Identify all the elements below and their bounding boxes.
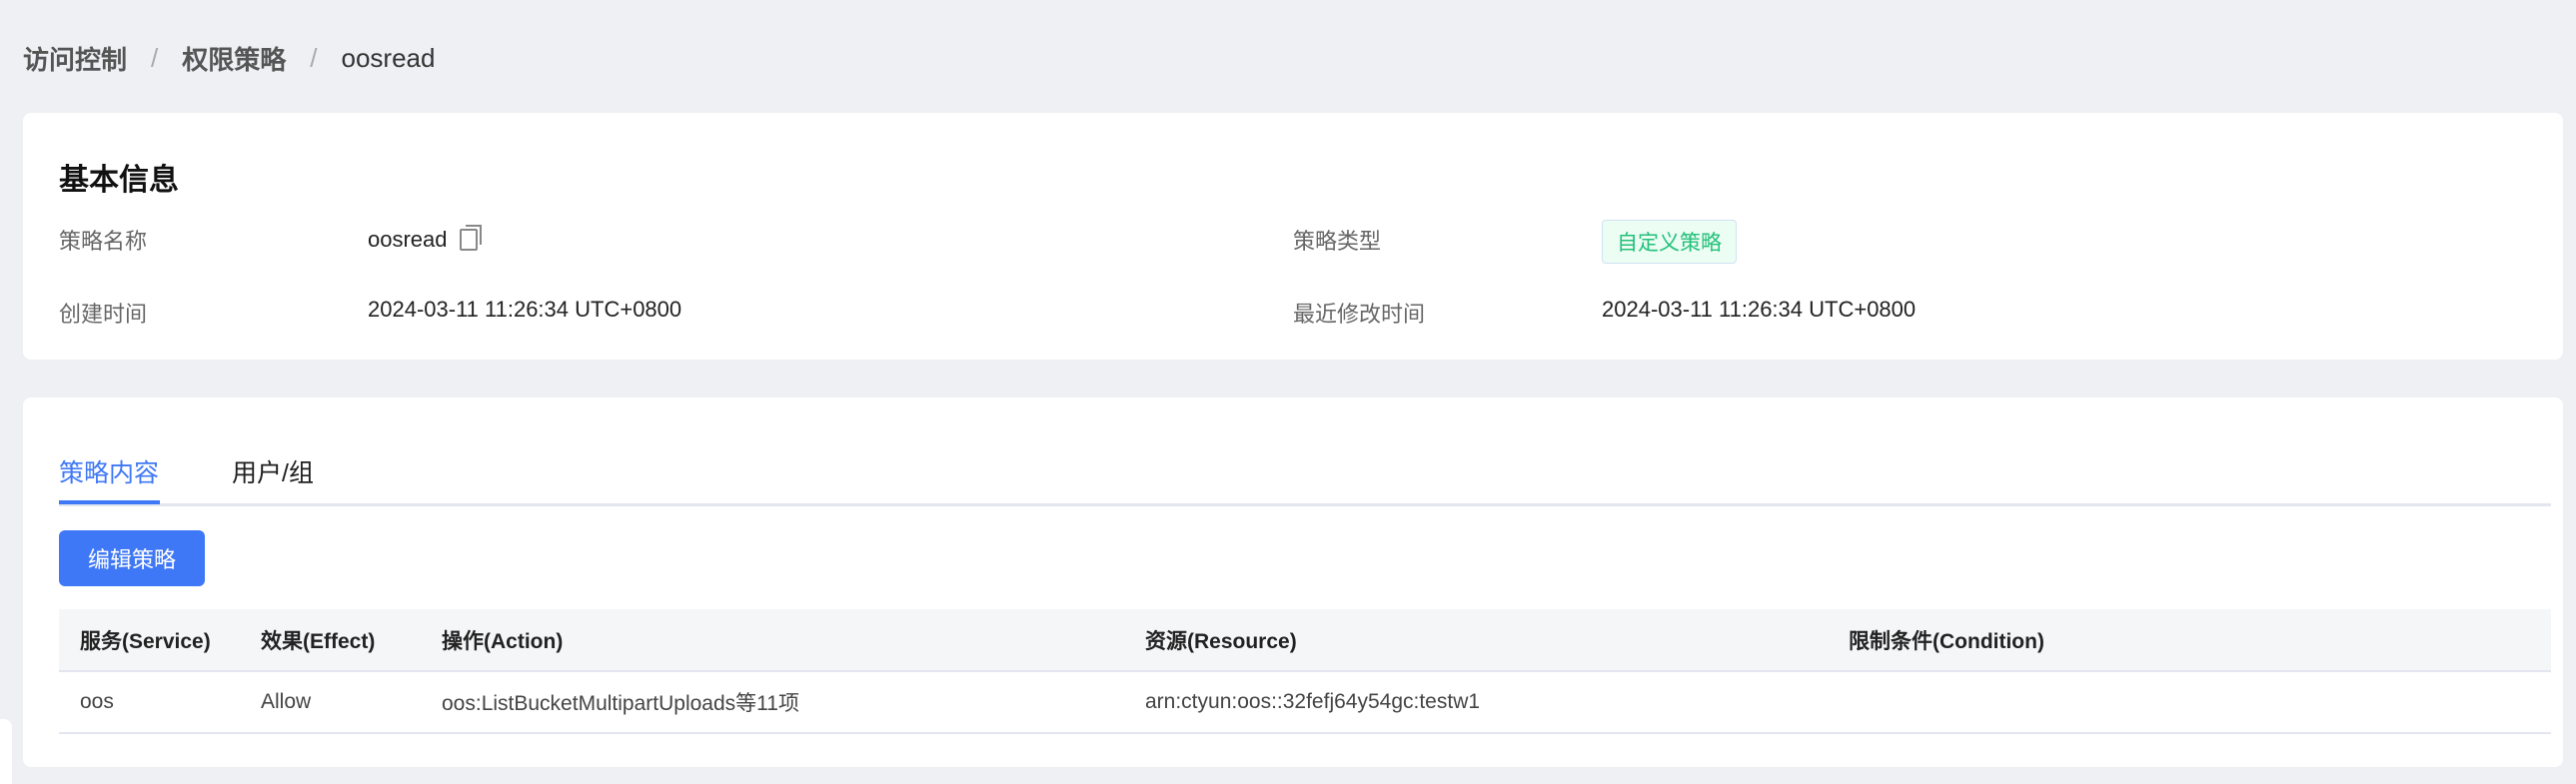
active-tab-indicator — [59, 500, 160, 504]
side-panel-handle[interactable] — [0, 719, 12, 784]
breadcrumb-separator: / — [151, 43, 159, 73]
policy-name-text: oosread — [368, 227, 448, 252]
breadcrumb-current: oosread — [341, 43, 436, 73]
breadcrumb: 访问控制 / 权限策略 / oosread — [23, 40, 435, 77]
modified-label: 最近修改时间 — [1293, 302, 1426, 327]
breadcrumb-access-control[interactable]: 访问控制 — [23, 40, 127, 77]
cell-condition — [1828, 671, 2551, 734]
modified-value: 2024-03-11 11:26:34 UTC+0800 — [1602, 297, 1917, 322]
table-header-row: 服务(Service) 效果(Effect) 操作(Action) 资源(Res… — [59, 609, 2551, 672]
policy-type-label: 策略类型 — [1293, 229, 1382, 254]
policy-table: 服务(Service) 效果(Effect) 操作(Action) 资源(Res… — [59, 609, 2551, 734]
cell-effect: Allow — [240, 671, 421, 734]
tab-bar: 策略内容 用户/组 — [59, 453, 2551, 506]
policy-name-value: oosread — [368, 225, 482, 253]
policy-name-label: 策略名称 — [59, 229, 148, 254]
header-service: 服务(Service) — [59, 609, 240, 672]
section-title: 基本信息 — [59, 164, 179, 197]
tab-policy-content[interactable]: 策略内容 — [59, 453, 159, 489]
header-condition: 限制条件(Condition) — [1828, 609, 2551, 672]
breadcrumb-policies[interactable]: 权限策略 — [182, 40, 286, 77]
header-resource: 资源(Resource) — [1124, 609, 1828, 672]
cell-service: oos — [59, 671, 240, 734]
created-value: 2024-03-11 11:26:34 UTC+0800 — [368, 297, 682, 322]
table-row: oos Allow oos:ListBucketMultipartUploads… — [59, 671, 2551, 734]
basic-info-card: 基本信息 策略名称 oosread 策略类型 自定义策略 创建时间 2024-0… — [23, 113, 2563, 360]
tab-users-groups[interactable]: 用户/组 — [232, 453, 314, 489]
cell-resource: arn:ctyun:oos::32fefj64y54gc:testw1 — [1124, 671, 1828, 734]
cell-action: oos:ListBucketMultipartUploads等11项 — [421, 671, 1124, 734]
created-label: 创建时间 — [59, 302, 148, 327]
breadcrumb-separator: / — [310, 43, 318, 73]
header-action: 操作(Action) — [421, 609, 1124, 672]
policy-content-card: 策略内容 用户/组 编辑策略 服务(Service) 效果(Effect) 操作… — [23, 397, 2563, 767]
copy-icon[interactable] — [459, 225, 482, 251]
header-effect: 效果(Effect) — [240, 609, 421, 672]
policy-type-badge: 自定义策略 — [1602, 220, 1737, 264]
edit-policy-button[interactable]: 编辑策略 — [59, 530, 205, 586]
